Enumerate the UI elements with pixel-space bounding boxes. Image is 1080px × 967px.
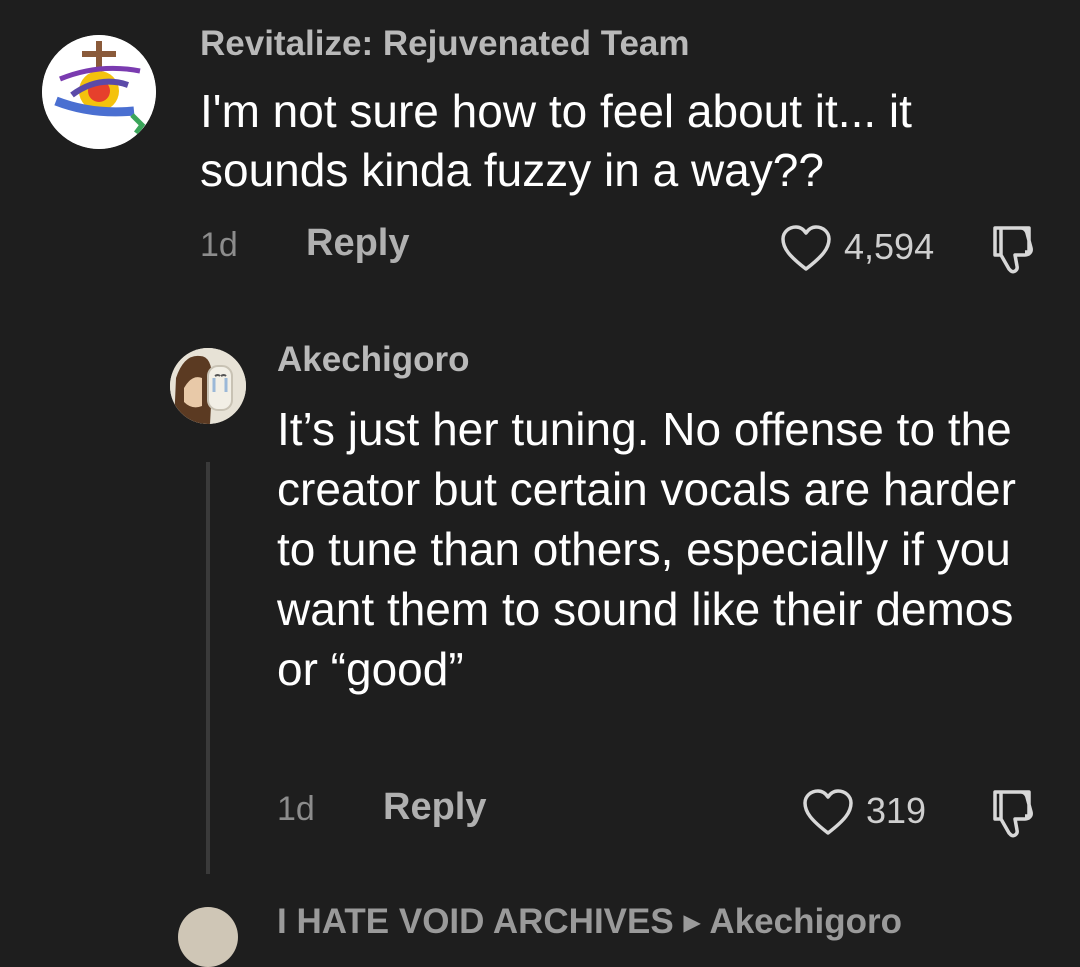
comment-author[interactable]: Revitalize: Rejuvenated Team [200, 24, 690, 64]
like-count: 319 [866, 790, 927, 831]
thumbs-down-icon[interactable] [987, 788, 1037, 840]
comment-timestamp: 1d [277, 790, 315, 828]
thread-line [206, 462, 210, 874]
comment-timestamp: 1d [200, 226, 238, 264]
heart-icon[interactable] [779, 224, 833, 274]
reply-button[interactable]: Reply [383, 786, 486, 829]
reply-button[interactable]: Reply [306, 222, 409, 265]
comment-text: I'm not sure how to feel about it... it … [200, 85, 912, 196]
like-count: 4,594 [844, 226, 935, 267]
anime-character-avatar [170, 348, 246, 424]
heart-icon[interactable] [801, 788, 855, 838]
comment-author[interactable]: I HATE VOID ARCHIVES ▸ Akechigoro [277, 902, 902, 942]
avatar[interactable] [170, 348, 246, 424]
avatar[interactable] [42, 35, 156, 149]
comment-author[interactable]: Akechigoro [277, 340, 470, 380]
avatar[interactable] [178, 907, 238, 967]
thumbs-down-icon[interactable] [987, 224, 1037, 276]
comment-text: It’s just her tuning. No offense to the … [277, 403, 1016, 695]
team-logo-avatar [42, 35, 156, 149]
